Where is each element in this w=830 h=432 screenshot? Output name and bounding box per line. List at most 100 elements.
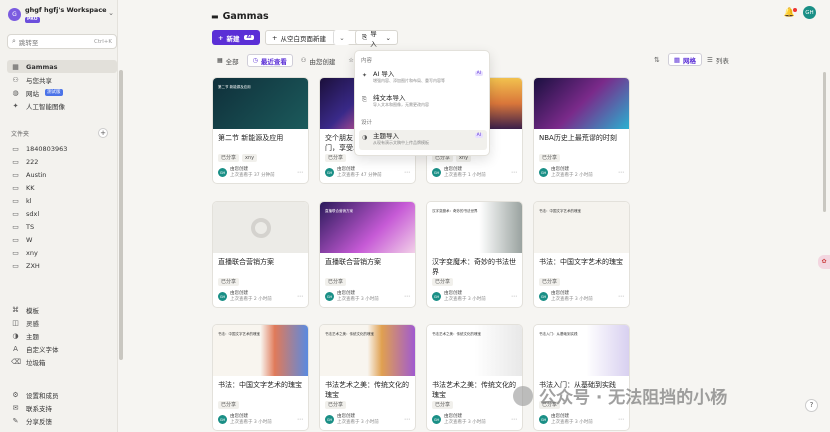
more-options-icon[interactable]: ⋯: [297, 169, 303, 176]
new-blank-dropdown-button[interactable]: ⌄: [333, 30, 350, 45]
sidebar-item-label: 设置和成员: [26, 391, 59, 400]
folder-label: 222: [26, 157, 39, 166]
sidebar-item-templates[interactable]: ⌘ 模板: [7, 303, 117, 316]
grid-view-button[interactable]: ▦ 网格: [667, 53, 703, 66]
gamma-card[interactable]: NBA历史上最荒谬的时刻 已分享 GH 由您创建 上次查看于 2 小时前 ⋯: [533, 77, 630, 184]
last-viewed: 上次查看于 37 分钟前: [230, 172, 275, 178]
folder-label: xny: [26, 248, 38, 257]
filter-label: 最近查看: [260, 57, 287, 66]
last-viewed: 上次查看于 2 小时前: [230, 296, 272, 302]
folder-icon: ▭: [12, 248, 19, 257]
card-thumbnail: 书法入门：从基础到实践: [534, 325, 629, 376]
card-meta: GH 由您创建 上次查看于 47 分钟前 ⋯: [320, 163, 415, 183]
gamma-card[interactable]: 第二节 新能源及应用 第二节 新能源及应用 已分享 xny GH 由您创建 上次查看于 37…: [212, 77, 309, 184]
owner-avatar: GH: [432, 415, 441, 424]
sidebar-item-gammas[interactable]: ▦ Gammas: [7, 60, 117, 73]
sidebar-item-settings[interactable]: ⚙ 设置和成员: [7, 388, 117, 401]
more-options-icon[interactable]: ⋯: [618, 169, 624, 176]
bell-icon[interactable]: 🔔: [784, 7, 797, 18]
menu-item-theme-import[interactable]: ◑ 主题导入 从现有演示文稿中上传品牌模板 AI: [359, 130, 487, 150]
thumbnail-text: 书法艺术之美：传统文化的瑰宝: [325, 332, 374, 336]
more-options-icon[interactable]: ⋯: [404, 169, 410, 176]
sort-icon[interactable]: ⇅: [654, 56, 660, 64]
folder-item[interactable]: ▭ 1840803963: [7, 142, 117, 155]
thumbnail-text: 第二节 新能源及应用: [218, 85, 251, 89]
folder-item[interactable]: ▭ xny: [7, 246, 117, 259]
folder-label: ZXH: [26, 261, 40, 270]
folders-heading: 文件夹: [11, 131, 30, 138]
workspace-switcher[interactable]: G ghgf hgfj's Workspace PRO ⌄: [8, 6, 116, 23]
search-input[interactable]: ⌕ 跳转至 Ctrl+K: [7, 34, 117, 49]
mail-icon: ✉: [12, 403, 19, 412]
sidebar-item-label: 网站: [26, 89, 39, 98]
more-options-icon[interactable]: ⋯: [297, 293, 303, 300]
folder-item[interactable]: ▭ kl: [7, 194, 117, 207]
menu-item-desc: 导入文本和图像，无需更改内容: [373, 102, 429, 107]
owner-avatar: GH: [325, 415, 334, 424]
filter-created[interactable]: ⚇ 由您创建: [296, 54, 340, 67]
more-options-icon[interactable]: ⋯: [618, 416, 624, 423]
filter-all[interactable]: ▦ 全部: [212, 54, 244, 67]
gamma-card[interactable]: 汉字变魔术：奇妙的书法世界 汉字变魔术：奇妙的书法世界 已分享 GH 由您创建 上次查看于…: [426, 201, 523, 308]
sidebar-item-support[interactable]: ✉ 联系支持: [7, 401, 117, 414]
folder-item[interactable]: ▭ W: [7, 233, 117, 246]
sidebar-scrollbar[interactable]: [119, 70, 123, 360]
filter-recent[interactable]: ◷ 最近查看: [246, 54, 293, 67]
folder-item[interactable]: ▭ sdxl: [7, 207, 117, 220]
menu-item-ai-import[interactable]: ✦ AI 导入 增强内容、添加图片和布局、重写内容等 AI: [359, 68, 487, 88]
more-options-icon[interactable]: ⋯: [618, 293, 624, 300]
folder-item[interactable]: ▭ 222: [7, 155, 117, 168]
sidebar-item-label: 分享反馈: [26, 417, 52, 426]
folder-item[interactable]: ▭ TS: [7, 220, 117, 233]
last-viewed: 上次查看于 3 小时前: [337, 419, 379, 425]
list-view-button[interactable]: ☰ 列表: [702, 53, 734, 66]
folder-item[interactable]: ▭ KK: [7, 181, 117, 194]
sidebar-item-sites[interactable]: ◍ 网站 测试版: [7, 86, 117, 99]
top-right-actions: 🔔 GH: [784, 6, 816, 19]
user-avatar[interactable]: GH: [803, 6, 816, 19]
more-options-icon[interactable]: ⋯: [404, 416, 410, 423]
new-ai-button[interactable]: + 新建 AI: [212, 30, 260, 45]
sidebar-item-trash[interactable]: ⌫ 垃圾箱: [7, 355, 117, 368]
gamma-card[interactable]: 书法入门：从基础到实践 书法入门：从基础到实践 已分享 GH 由您创建 上次查看于 3 小…: [533, 324, 630, 431]
footer-nav: ⚙ 设置和成员 ✉ 联系支持 ✎ 分享反馈: [7, 388, 117, 427]
more-options-icon[interactable]: ⋯: [404, 293, 410, 300]
sidebar-item-inspiration[interactable]: ◫ 灵感: [7, 316, 117, 329]
chevron-down-icon: ⌄: [385, 33, 391, 42]
menu-item-plain-import[interactable]: ⎘ 纯文本导入 导入文本和图像，无需更改内容: [359, 92, 487, 112]
more-options-icon[interactable]: ⋯: [511, 293, 517, 300]
folder-item[interactable]: ▭ Austin: [7, 168, 117, 181]
gamma-card[interactable]: 书法艺术之美：传统文化的瑰宝 书法艺术之美：传统文化的瑰宝 已分享 GH 由您创建 上次查…: [426, 324, 523, 431]
folder-item[interactable]: ▭ ZXH: [7, 259, 117, 272]
sidebar-item-fonts[interactable]: A 自定义字体: [7, 342, 117, 355]
sparkle-icon: ✦: [362, 72, 368, 79]
feedback-icon: ✎: [12, 416, 19, 425]
more-options-icon[interactable]: ⋯: [511, 416, 517, 423]
sidebar-item-label: 与您共享: [26, 76, 52, 85]
sidebar-item-shared[interactable]: ⚇ 与您共享: [7, 73, 117, 86]
gamma-card[interactable]: 书法艺术之美：传统文化的瑰宝 书法艺术之美：传统文化的瑰宝 已分享 GH 由您创建 上次查…: [319, 324, 416, 431]
import-button[interactable]: ⎘ 导入 ⌄: [355, 30, 398, 48]
sidebar-item-ai-images[interactable]: ✦ 人工智能图像: [7, 99, 117, 112]
sidebar-item-label: 人工智能图像: [26, 102, 65, 111]
gamma-card[interactable]: 直播联合营销方案 已分享 GH 由您创建 上次查看于 2 小时前 ⋯: [212, 201, 309, 308]
folder-icon: ▭: [12, 209, 19, 218]
owner-avatar: GH: [325, 168, 334, 177]
folder-label: Austin: [26, 170, 47, 179]
more-options-icon[interactable]: ⋯: [511, 169, 517, 176]
gamma-card[interactable]: 直播联合营销方案 直播联合营销方案 已分享 GH 由您创建 上次查看于 3 小时前 ⋯: [319, 201, 416, 308]
more-options-icon[interactable]: ⋯: [297, 416, 303, 423]
main-scrollbar[interactable]: [823, 72, 826, 212]
side-float-button[interactable]: ✿: [818, 255, 830, 269]
add-folder-button[interactable]: +: [98, 128, 108, 138]
sidebar-item-feedback[interactable]: ✎ 分享反馈: [7, 414, 117, 427]
plus-icon: +: [218, 33, 224, 42]
help-button[interactable]: ?: [805, 399, 818, 412]
gamma-card[interactable]: 书法：中国文字艺术的瑰宝 书法：中国文字艺术的瑰宝 已分享 GH 由您创建 上次查看于 3…: [533, 201, 630, 308]
sidebar-item-themes[interactable]: ◑ 主题: [7, 329, 117, 342]
menu-item-desc: 增强内容、添加图片和布局、重写内容等: [373, 78, 445, 83]
card-meta: GH 由您创建 上次查看于 3 小时前 ⋯: [534, 287, 629, 307]
gamma-card[interactable]: 书法：中国文字艺术的瑰宝 书法：中国文字艺术的瑰宝 已分享 GH 由您创建 上次查看于 3…: [212, 324, 309, 431]
sidebar-item-label: 联系支持: [26, 404, 52, 413]
shared-badge: 已分享: [432, 401, 454, 409]
